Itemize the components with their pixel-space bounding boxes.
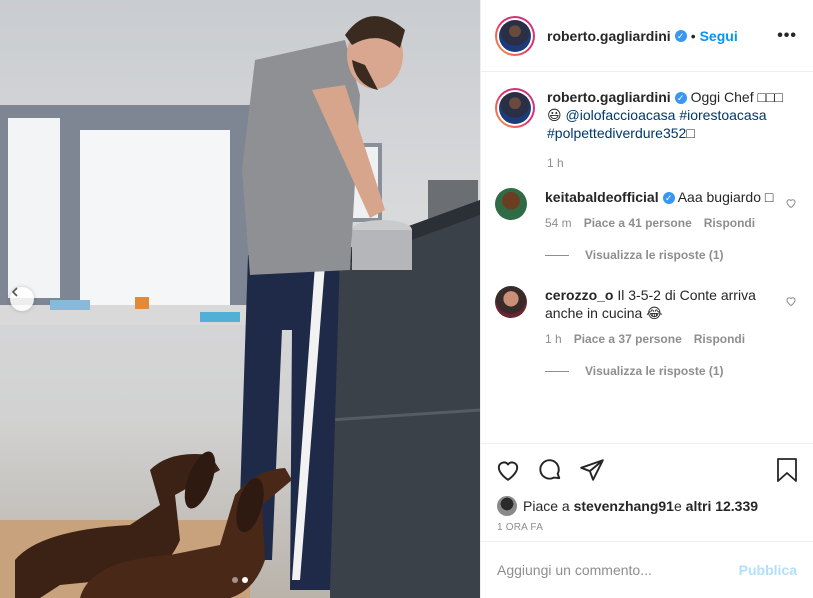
more-options-icon[interactable]: ••• [777,27,797,45]
caption-avatar[interactable] [495,88,535,128]
caption-time: 1 h [547,156,564,170]
post-actions [481,444,813,496]
view-replies-label: Visualizza le risposte (1) [585,364,724,378]
comment-like-icon[interactable] [785,196,797,212]
comment-username[interactable]: keitabaldeofficial [545,189,659,205]
caption: roberto.gagliardini ✓ Oggi Chef □□□ 😃 @io… [495,88,797,170]
comment-likes[interactable]: Piace a 37 persone [574,332,682,346]
instagram-post: roberto.gagliardini ✓ • Segui ••• robert… [0,0,813,598]
verified-icon: ✓ [674,92,687,105]
add-comment-bar: Pubblica [481,542,813,598]
carousel-indicator [232,577,248,583]
reply-button[interactable]: Rispondi [694,332,745,346]
commenter-avatar[interactable] [495,188,527,220]
comment-icon[interactable] [537,457,563,483]
comment-input[interactable] [497,562,739,578]
post-side-panel: roberto.gagliardini ✓ • Segui ••• robert… [480,0,813,598]
likes-prefix: Piace a [523,498,570,514]
comment-time: 54 m [545,216,572,230]
share-icon[interactable] [579,457,605,483]
view-replies-button[interactable]: Visualizza le risposte (1) [545,248,797,262]
photo-illustration [0,16,480,598]
caption-trailing: □ [686,125,695,141]
publish-button[interactable]: Pubblica [739,562,797,578]
likes-others[interactable]: altri 12.339 [686,498,758,514]
caption-username[interactable]: roberto.gagliardini [547,89,671,105]
caption-smile-emoji: 😃 [547,107,562,123]
post-timestamp[interactable]: 1 ORA FA [481,522,813,542]
comment-item: cerozzo_o Il 3-5-2 di Conte arriva anche… [495,286,797,346]
view-replies-label: Visualizza le risposte (1) [585,248,724,262]
verified-icon: ✓ [662,192,675,205]
comment-likes[interactable]: Piace a 41 persone [584,216,692,230]
comment-time: 1 h [545,332,562,346]
sill-object-orange [135,297,149,309]
comment-username[interactable]: cerozzo_o [545,287,613,303]
post-header: roberto.gagliardini ✓ • Segui ••• [481,0,813,72]
caption-emoji: □□□ [757,89,783,105]
window-pane-left [8,118,60,298]
window-pane-right [80,130,230,305]
heart-icon[interactable] [495,457,521,483]
comment-text: Aaa bugiardo □ [674,189,774,205]
person-shirt [242,40,360,275]
comment-item: keitabaldeofficial ✓ Aaa bugiardo □ 54 m … [495,188,797,230]
header-separator: • [690,27,696,44]
caption-text: Oggi Chef [686,89,758,105]
verified-icon: ✓ [674,29,687,42]
follow-button[interactable]: Segui [700,28,738,44]
reply-button[interactable]: Rispondi [704,216,755,230]
author-username[interactable]: roberto.gagliardini [547,28,671,44]
sill-object-cyan [200,312,240,322]
liker-username[interactable]: stevenzhang91 [574,498,674,514]
caption-mention[interactable]: @iolofaccioacasa [566,107,676,123]
likes-summary: Piace a stevenzhang91 e altri 12.339 [481,496,813,516]
author-avatar[interactable] [495,15,535,56]
commenter-avatar[interactable] [495,286,527,318]
carousel-prev-button[interactable] [10,287,34,311]
sill-object-blue [50,300,90,310]
comments-section[interactable]: roberto.gagliardini ✓ Oggi Chef □□□ 😃 @io… [481,72,813,444]
carousel-dot-active [242,577,248,583]
likes-middle: e [673,498,682,514]
post-photo[interactable] [0,0,480,598]
comment-like-icon[interactable] [785,294,797,310]
bookmark-icon[interactable] [775,457,799,483]
view-replies-button[interactable]: Visualizza le risposte (1) [545,364,797,378]
liker-avatar[interactable] [497,496,517,516]
carousel-dot [232,577,238,583]
